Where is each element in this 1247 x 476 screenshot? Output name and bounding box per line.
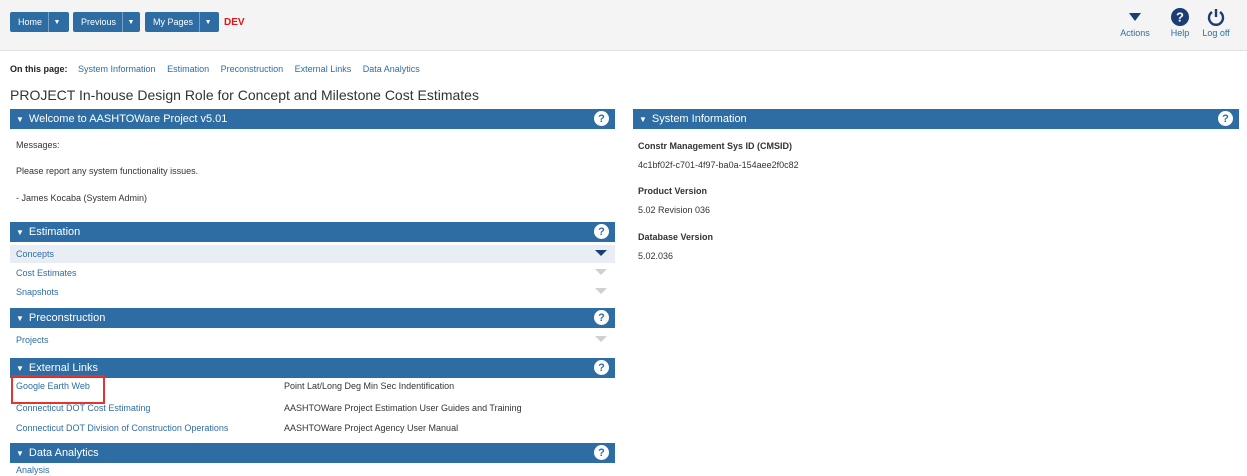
caret-down-icon[interactable] [595, 250, 607, 256]
snapshots-link[interactable]: Snapshots [16, 287, 59, 297]
data-analytics-panel-header[interactable]: ▼ Data Analytics ? [10, 443, 615, 463]
chevron-down-icon: ▼ [639, 114, 647, 124]
help-icon[interactable]: ? [594, 224, 609, 239]
caret-down-icon[interactable] [595, 269, 607, 275]
help-icon[interactable]: ? [594, 111, 609, 126]
database-version-value: 5.02.036 [638, 251, 674, 261]
chevron-down-icon: ▼ [16, 114, 24, 124]
estimation-panel-title: Estimation [28, 226, 81, 238]
point-latlong-link[interactable]: Point Lat/Long Deg Min Sec Indentificati… [284, 381, 454, 391]
list-item[interactable]: Concepts [10, 245, 615, 263]
product-version-value: 5.02 Revision 036 [638, 205, 711, 215]
on-this-page-label: On this page: [10, 64, 68, 74]
projects-link[interactable]: Projects [16, 335, 49, 345]
cmsid-label: Constr Management Sys ID (CMSID) [638, 141, 793, 151]
home-button[interactable]: Home ▼ [10, 12, 69, 32]
actions-menu[interactable]: Actions [1120, 6, 1150, 38]
concepts-link[interactable]: Concepts [16, 249, 54, 259]
logoff-label: Log off [1202, 28, 1230, 38]
previous-caret-icon[interactable]: ▼ [122, 12, 139, 32]
chevron-down-icon: ▼ [16, 363, 24, 373]
previous-label: Previous [81, 17, 117, 27]
question-circle-icon: ? [1165, 6, 1195, 28]
logoff-menu[interactable]: Log off [1201, 6, 1231, 38]
page-title: PROJECT In-house Design Role for Concept… [10, 87, 479, 103]
previous-button[interactable]: Previous ▼ [73, 12, 140, 32]
my-pages-button[interactable]: My Pages ▼ [145, 12, 219, 32]
external-links-panel-title: External Links [28, 362, 99, 374]
system-info-panel-header[interactable]: ▼ System Information ? [633, 109, 1239, 129]
welcome-panel-header[interactable]: ▼ Welcome to AASHTOWare Project v5.01 ? [10, 109, 615, 129]
chevron-down-icon: ▼ [16, 313, 24, 323]
preconstruction-panel-header[interactable]: ▼ Preconstruction ? [10, 308, 615, 328]
caret-down-icon [1120, 6, 1150, 28]
jump-preconstruction[interactable]: Preconstruction [221, 64, 284, 74]
agency-user-manual-link[interactable]: AASHTOWare Project Agency User Manual [284, 423, 458, 433]
my-pages-label: My Pages [153, 17, 194, 27]
chevron-down-icon: ▼ [16, 448, 24, 458]
product-version-label: Product Version [638, 186, 708, 196]
home-caret-icon[interactable]: ▼ [48, 12, 65, 32]
ctdot-construction-operations-link[interactable]: Connecticut DOT Division of Construction… [16, 423, 228, 433]
home-label: Home [18, 17, 43, 27]
help-label: Help [1170, 28, 1190, 38]
estimation-panel-header[interactable]: ▼ Estimation ? [10, 222, 615, 242]
cmsid-value: 4c1bf02f-c701-4f97-ba0a-154aee2f0c82 [638, 160, 799, 170]
svg-text:?: ? [1176, 10, 1184, 25]
database-version-label: Database Version [638, 232, 714, 242]
help-icon[interactable]: ? [1218, 111, 1233, 126]
cost-estimates-link[interactable]: Cost Estimates [16, 268, 77, 278]
my-pages-caret-icon[interactable]: ▼ [199, 12, 216, 32]
environment-badge: DEV [224, 17, 245, 28]
caret-down-icon[interactable] [595, 288, 607, 294]
on-this-page-bar: On this page: System Information Estimat… [10, 64, 429, 74]
help-menu[interactable]: ? Help [1165, 6, 1195, 38]
help-icon[interactable]: ? [594, 360, 609, 375]
ctdot-cost-estimating-link[interactable]: Connecticut DOT Cost Estimating [16, 403, 150, 413]
analysis-link[interactable]: Analysis [16, 465, 50, 475]
actions-label: Actions [1120, 28, 1150, 38]
message-signature: - James Kocaba (System Admin) [16, 193, 148, 203]
help-icon[interactable]: ? [594, 445, 609, 460]
jump-system-information[interactable]: System Information [78, 64, 156, 74]
system-info-panel-title: System Information [651, 113, 747, 125]
help-icon[interactable]: ? [594, 310, 609, 325]
caret-down-icon[interactable] [595, 336, 607, 342]
jump-estimation[interactable]: Estimation [167, 64, 209, 74]
chevron-down-icon: ▼ [16, 227, 24, 237]
welcome-panel-title: Welcome to AASHTOWare Project v5.01 [28, 113, 228, 125]
jump-data-analytics[interactable]: Data Analytics [363, 64, 420, 74]
preconstruction-panel-title: Preconstruction [28, 312, 106, 324]
top-toolbar: Home ▼ Previous ▼ My Pages ▼ DEV Actions… [0, 0, 1247, 51]
message-text: Please report any system functionality i… [16, 166, 199, 176]
data-analytics-panel-title: Data Analytics [28, 447, 99, 459]
jump-external-links[interactable]: External Links [295, 64, 352, 74]
list-item[interactable]: Snapshots [10, 283, 615, 301]
highlight-box [11, 375, 105, 404]
power-icon [1201, 6, 1231, 28]
messages-label: Messages: [16, 140, 60, 150]
list-item[interactable]: Cost Estimates [10, 264, 615, 282]
list-item[interactable]: Projects [10, 331, 615, 349]
estimation-user-guides-link[interactable]: AASHTOWare Project Estimation User Guide… [284, 403, 522, 413]
